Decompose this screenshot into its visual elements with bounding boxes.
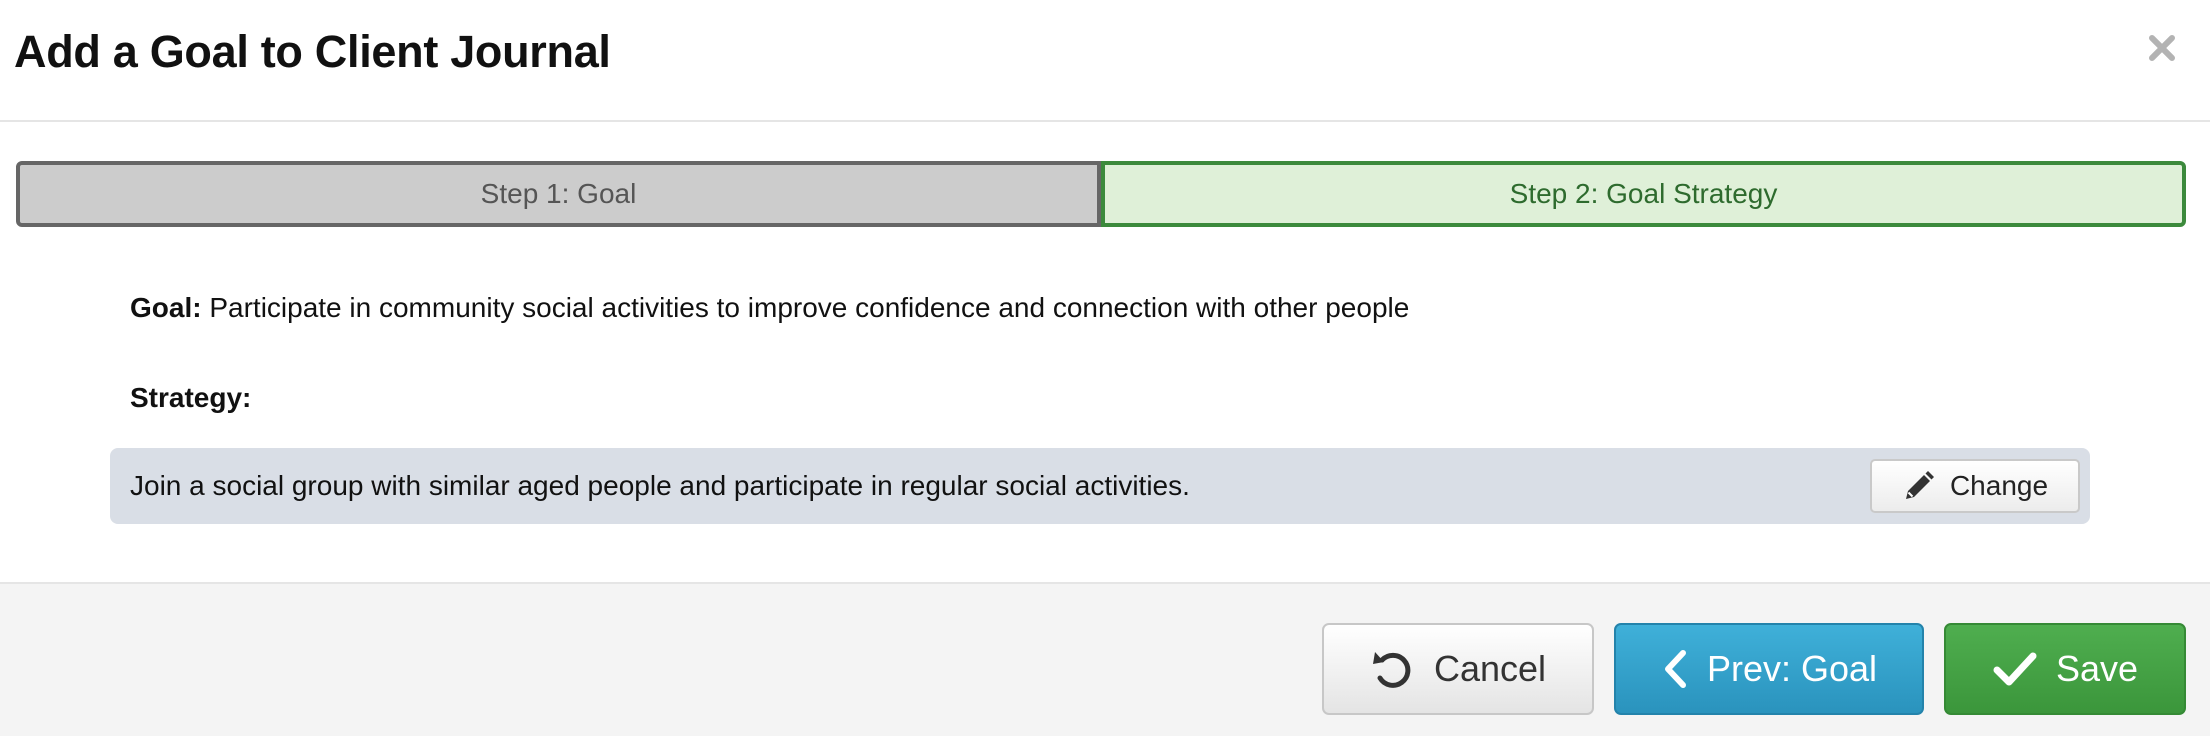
- add-goal-modal: Add a Goal to Client Journal Step 1: Goa…: [0, 0, 2210, 736]
- strategy-panel: Join a social group with similar aged pe…: [110, 448, 2090, 524]
- goal-summary: Goal: Participate in community social ac…: [130, 292, 1409, 324]
- pencil-icon: [1905, 471, 1934, 499]
- modal-title: Add a Goal to Client Journal: [14, 26, 611, 77]
- strategy-text: Join a social group with similar aged pe…: [130, 470, 1190, 501]
- close-button[interactable]: [2142, 28, 2182, 68]
- prev-goal-button[interactable]: Prev: Goal: [1614, 623, 1924, 715]
- cancel-button[interactable]: Cancel: [1322, 623, 1594, 715]
- modal-header: Add a Goal to Client Journal: [0, 0, 2210, 122]
- chevron-left-icon: [1664, 650, 1686, 688]
- save-label: Save: [2055, 648, 2139, 689]
- step-goal-strategy[interactable]: Step 2: Goal Strategy: [1101, 161, 2186, 227]
- goal-text: Participate in community social activiti…: [209, 292, 1410, 323]
- close-icon: [2149, 35, 2175, 61]
- cancel-label: Cancel: [1433, 648, 1547, 689]
- prev-label: Prev: Goal: [1706, 648, 1878, 689]
- step-goal[interactable]: Step 1: Goal: [16, 161, 1101, 227]
- step-label: Step 1: Goal: [480, 178, 637, 209]
- goal-label: Goal:: [130, 292, 202, 323]
- change-label: Change: [1949, 470, 2049, 501]
- strategy-label: Strategy:: [130, 382, 252, 413]
- modal-footer: Cancel Prev: Goal Save: [0, 582, 2210, 736]
- change-strategy-button[interactable]: Change: [1870, 459, 2080, 513]
- wizard-steps: Step 1: Goal Step 2: Goal Strategy: [16, 161, 2186, 227]
- save-button[interactable]: Save: [1944, 623, 2186, 715]
- undo-icon: [1372, 652, 1411, 688]
- step-label: Step 2: Goal Strategy: [1509, 178, 1778, 209]
- checkmark-icon: [1993, 652, 2037, 686]
